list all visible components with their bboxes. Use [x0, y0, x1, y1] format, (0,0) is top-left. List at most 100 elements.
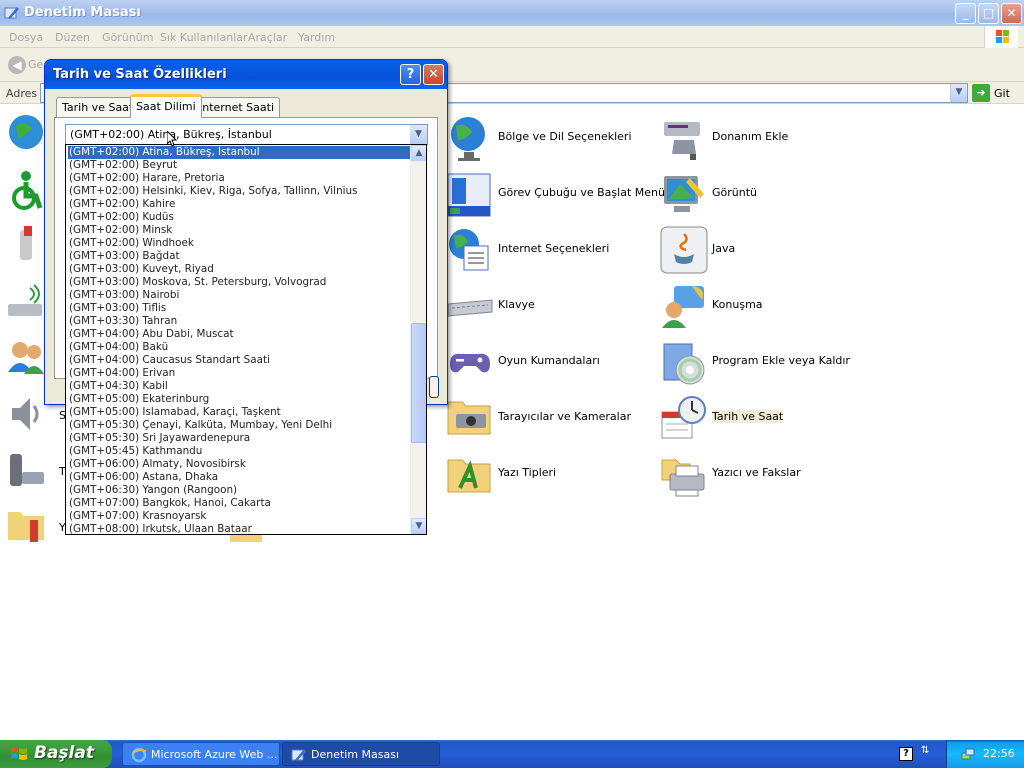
cp-item-regional-settings[interactable]: Bölge ve Dil Seçenekleri	[446, 112, 646, 164]
time-zone-option[interactable]: (GMT+05:30) Çenayi, Kalküta, Mumbay, Yen…	[68, 419, 411, 432]
time-zone-option[interactable]: (GMT+04:00) Abu Dabi, Muscat	[68, 328, 411, 341]
tray-arrows-icon[interactable]: ⇅	[921, 745, 929, 756]
time-zone-option[interactable]: (GMT+02:00) Kahire	[68, 198, 411, 211]
printer-icon	[661, 459, 705, 497]
close-button[interactable]: ✕	[1001, 3, 1022, 24]
time-zone-option[interactable]: (GMT+02:00) Atina, Bükreş, İstanbul	[68, 146, 411, 159]
go-button-label[interactable]: Git	[994, 87, 1010, 100]
hardware-icon	[664, 122, 700, 160]
scrollbar-thumb[interactable]	[411, 323, 426, 443]
menu-bar: Dosya Düzen Görünüm Sık Kullanılanlar Ar…	[0, 26, 1024, 48]
menu-file[interactable]: Dosya	[9, 31, 43, 44]
folder-tools-icon[interactable]	[6, 502, 46, 546]
help-button[interactable]: ?	[400, 64, 421, 85]
time-zone-option[interactable]: (GMT+03:00) Bağdat	[68, 250, 411, 263]
start-button[interactable]: Başlat	[0, 740, 112, 768]
cp-item-add-remove-programs[interactable]: Program Ekle veya Kaldır	[660, 336, 860, 388]
time-zone-option[interactable]: (GMT+05:45) Kathmandu	[68, 445, 411, 458]
cp-item-speech[interactable]: Konuşma	[660, 280, 860, 332]
network-tray-icon[interactable]	[961, 747, 975, 761]
cp-item-keyboard[interactable]: Klavye	[446, 280, 646, 332]
help-tray-icon[interactable]: ?	[899, 747, 913, 761]
time-zone-option[interactable]: (GMT+02:00) Windhoek	[68, 237, 411, 250]
time-zone-dropdown-list[interactable]: (GMT+02:00) Atina, Bükreş, İstanbul (GMT+…	[65, 144, 427, 535]
dialog-titlebar[interactable]: Tarih ve Saat Özellikleri ? ✕	[45, 60, 447, 89]
maximize-button[interactable]: □	[978, 3, 999, 24]
wireless-network-icon[interactable]	[6, 282, 46, 326]
cp-item-internet-options[interactable]: Internet Seçenekleri	[446, 224, 646, 276]
accessibility-globe-icon[interactable]	[6, 112, 46, 156]
sound-speaker-icon[interactable]	[6, 392, 46, 436]
menu-edit[interactable]: Düzen	[55, 31, 90, 44]
chevron-down-icon[interactable]: ▼	[950, 84, 967, 102]
dialog-close-button[interactable]: ✕	[423, 64, 444, 85]
time-zone-option[interactable]: (GMT+06:30) Yangon (Rangoon)	[68, 484, 411, 497]
time-zone-option[interactable]: (GMT+02:00) Helsinki, Kiev, Riga, Sofya,…	[68, 185, 411, 198]
menu-help[interactable]: Yardım	[298, 31, 335, 44]
cp-label: Görüntü	[712, 186, 758, 199]
time-zone-option[interactable]: (GMT+05:30) Sri Jayawardenepura	[68, 432, 411, 445]
clock[interactable]: 22:56	[983, 747, 1015, 760]
tab-time-zone[interactable]: Saat Dilimi	[130, 94, 202, 118]
time-zone-option[interactable]: (GMT+02:00) Beyrut	[68, 159, 411, 172]
tab-date-time[interactable]: Tarih ve Saat	[56, 97, 140, 117]
time-zone-option[interactable]: (GMT+07:00) Bangkok, Hanoi, Cakarta	[68, 497, 411, 510]
start-label: Başlat	[34, 743, 94, 763]
fonts-folder-icon	[447, 459, 491, 493]
time-zone-option[interactable]: (GMT+04:00) Bakü	[68, 341, 411, 354]
add-remove-programs-icon	[663, 343, 705, 385]
time-zone-option[interactable]: (GMT+04:30) Kabil	[68, 380, 411, 393]
cp-label: Yazıcı ve Fakslar	[712, 466, 801, 479]
time-zone-option[interactable]: (GMT+04:00) Erivan	[68, 367, 411, 380]
time-zone-option[interactable]: (GMT+07:00) Krasnoyarsk	[68, 510, 411, 523]
time-zone-option[interactable]: (GMT+02:00) Kudüs	[68, 211, 411, 224]
cp-item-display[interactable]: Görüntü	[660, 168, 860, 220]
menu-tools[interactable]: Araçlar	[248, 31, 287, 44]
phone-modem-icon[interactable]	[6, 448, 46, 492]
scroll-up-icon[interactable]: ▲	[411, 145, 426, 161]
time-zone-option[interactable]: (GMT+03:00) Tiflis	[68, 302, 411, 315]
time-zone-option[interactable]: (GMT+04:00) Caucasus Standart Saati	[68, 354, 411, 367]
cp-item-printers-faxes[interactable]: Yazıcı ve Fakslar	[660, 448, 860, 500]
time-zone-option[interactable]: (GMT+06:00) Almaty, Novosibirsk	[68, 458, 411, 471]
scroll-down-icon[interactable]: ▼	[411, 518, 426, 534]
cp-label: Tarayıcılar ve Kameralar	[498, 410, 631, 423]
chevron-down-icon[interactable]: ▼	[410, 125, 427, 144]
cp-item-scanners-cameras[interactable]: Tarayıcılar ve Kameralar	[446, 392, 646, 444]
back-arrow-icon[interactable]: ◀	[8, 56, 26, 74]
back-button-label[interactable]: Ge	[28, 58, 43, 71]
time-zone-option[interactable]: (GMT+08:00) Irkutsk, Ulaan Bataar	[68, 523, 411, 534]
cp-item-date-time[interactable]: Tarih ve Saat	[660, 392, 860, 444]
menu-view[interactable]: Görünüm	[102, 31, 153, 44]
time-zone-option[interactable]: (GMT+03:00) Kuveyt, Riyad	[68, 263, 411, 276]
time-zone-option[interactable]: (GMT+02:00) Minsk	[68, 224, 411, 237]
accessibility-icon[interactable]	[6, 168, 46, 212]
scrollbar[interactable]: ▲ ▼	[410, 145, 426, 534]
window-titlebar[interactable]: Denetim Masası _ □ ✕	[0, 0, 1024, 26]
time-zone-select[interactable]: (GMT+02:00) Atina, Bükreş, İstanbul ▼	[65, 124, 428, 145]
time-zone-option[interactable]: (GMT+06:00) Astana, Dhaka	[68, 471, 411, 484]
menu-favorites[interactable]: Sık Kullanılanlar	[160, 31, 248, 44]
time-zone-option[interactable]: (GMT+02:00) Harare, Pretoria	[68, 172, 411, 185]
tab-internet-time[interactable]: Internet Saati	[193, 97, 281, 117]
cp-item-fonts[interactable]: Yazı Tipleri	[446, 448, 646, 500]
user-accounts-icon[interactable]	[6, 336, 46, 380]
dialog-button-edge[interactable]	[429, 376, 439, 398]
task-control-panel[interactable]: Denetim Masası	[282, 742, 440, 766]
go-arrow-icon[interactable]: ➔	[972, 84, 990, 102]
admin-tools-icon[interactable]	[6, 224, 46, 268]
time-zone-option[interactable]: (GMT+03:00) Nairobi	[68, 289, 411, 302]
cp-label: Internet Seçenekleri	[498, 242, 610, 255]
cp-label: Tarih ve Saat	[712, 410, 784, 423]
control-panel-icon	[291, 749, 306, 761]
cp-item-java[interactable]: Java	[660, 224, 860, 276]
minimize-button[interactable]: _	[955, 3, 976, 24]
time-zone-option[interactable]: (GMT+03:30) Tahran	[68, 315, 411, 328]
cp-item-game-controllers[interactable]: Oyun Kumandaları	[446, 336, 646, 388]
time-zone-option[interactable]: (GMT+03:00) Moskova, St. Petersburg, Vol…	[68, 276, 411, 289]
cp-item-add-hardware[interactable]: Donanım Ekle	[660, 112, 860, 164]
task-azure-browser[interactable]: Microsoft Azure Web ...	[122, 742, 280, 766]
time-zone-option[interactable]: (GMT+05:00) Islamabad, Karaçi, Taşkent	[68, 406, 411, 419]
cp-item-taskbar-start-menu[interactable]: Görev Çubuğu ve Başlat Menüsü	[446, 168, 678, 220]
time-zone-option[interactable]: (GMT+05:00) Ekaterinburg	[68, 393, 411, 406]
